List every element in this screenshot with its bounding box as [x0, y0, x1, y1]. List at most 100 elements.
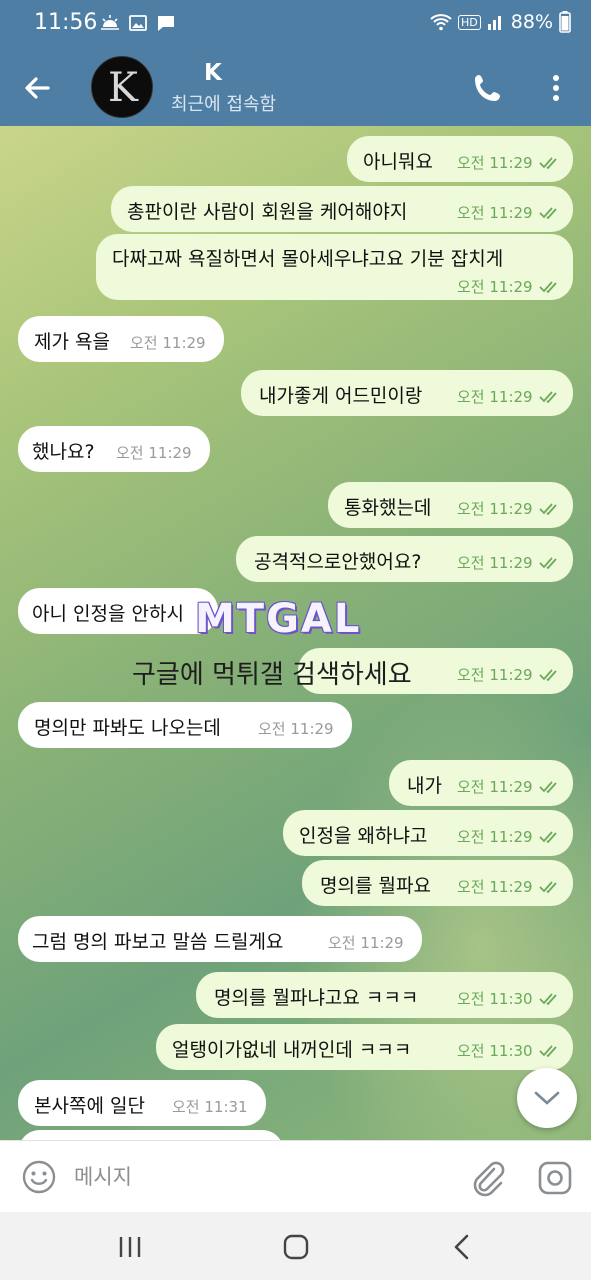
message-text: 인정을 왜하냐고: [299, 825, 428, 847]
back-arrow-icon[interactable]: [18, 68, 58, 108]
status-bar: 11:56 HD 88%: [0, 0, 591, 48]
message-text: 제가 욕을: [34, 331, 110, 353]
message-time-text: 오전 11:29: [457, 554, 533, 572]
message-text: 그럼 명의 파보고 말씀 드릴게요: [32, 931, 284, 953]
message-time: 오전 11:29: [457, 276, 561, 297]
message-time: 오전 11:31: [172, 1098, 248, 1116]
message-bubble-outgoing[interactable]: 다짜고짜 욕질하면서 몰아세우냐고요 기분 잡치게 오전 11:29: [96, 234, 573, 300]
battery-percent: 88%: [510, 11, 553, 33]
camera-icon[interactable]: [536, 1159, 574, 1197]
message-text: 본사쪽에 일단: [34, 1095, 145, 1117]
message-text: 내가좋게 어드민이랑: [259, 385, 423, 407]
message-composer: [0, 1140, 591, 1212]
message-bubble-outgoing[interactable]: 내가 오전 11:29: [389, 760, 573, 806]
contact-status: 최근에 접속함: [171, 94, 277, 115]
read-check-icon: [538, 669, 557, 682]
read-check-icon: [538, 391, 557, 404]
message-time-text: 오전 11:29: [457, 154, 533, 172]
avatar-letter: K: [108, 65, 138, 111]
avatar[interactable]: K: [91, 56, 153, 118]
message-time: 오전 11:29: [457, 552, 561, 573]
message-text: 다짜고짜 욕질하면서 몰아세우냐고요 기분 잡치게: [112, 248, 504, 270]
image-icon: [129, 15, 147, 31]
message-bubble-incoming[interactable]: 명의만 파봐도 나오는데 오전 11:29: [18, 702, 352, 748]
notification-icons: [100, 13, 176, 33]
message-time: 오전 11:29: [457, 776, 561, 797]
message-text: 아니뭐요: [363, 151, 433, 173]
message-bubble-incoming[interactable]: 아니 인정을 안하시: [18, 588, 218, 634]
read-check-icon: [538, 557, 557, 570]
message-time-text: 오전 11:29: [457, 204, 533, 222]
status-right: HD 88%: [430, 11, 571, 33]
battery-icon: [559, 11, 571, 33]
message-time: 오전 11:29: [457, 826, 561, 847]
message-bubble-incoming[interactable]: 했나요? 오전 11:29: [18, 426, 210, 472]
message-text: 명의를 뭘파냐고요 ㅋㅋㅋ: [214, 987, 419, 1009]
message-bubble-outgoing[interactable]: 얼탱이가없네 내꺼인데 ㅋㅋㅋ 오전 11:30: [156, 1024, 573, 1070]
message-time-text: 오전 11:29: [457, 878, 533, 896]
message-text: 총판이란 사람이 회원을 케어해야지: [127, 201, 408, 223]
message-time: 오전 11:30: [457, 988, 561, 1009]
message-time-text: 오전 11:29: [457, 828, 533, 846]
message-time: 오전 11:29: [457, 202, 561, 223]
message-time-text: 오전 11:30: [457, 1042, 533, 1060]
message-time: 오전 11:29: [457, 876, 561, 897]
message-time: 오전 11:29: [457, 664, 561, 685]
message-time: 오전 11:29: [328, 934, 404, 952]
message-time: 오전 11:30: [457, 1040, 561, 1061]
read-check-icon: [538, 281, 557, 294]
message-bubble-outgoing[interactable]: 인정을 왜하냐고 오전 11:29: [283, 810, 573, 856]
message-text: 명의만 파봐도 나오는데: [34, 717, 221, 739]
message-bubble-outgoing[interactable]: 명의를 뭘파요 오전 11:29: [302, 860, 573, 906]
message-bubble-incoming[interactable]: 제가 욕을 오전 11:29: [18, 316, 224, 362]
message-bubble-outgoing[interactable]: 통화했는데 오전 11:29: [328, 482, 573, 528]
message-bubble-incoming[interactable]: 본사쪽에 일단 오전 11:31: [18, 1080, 266, 1126]
back-icon[interactable]: [450, 1233, 474, 1261]
message-bubble-outgoing[interactable]: 아니뭐요 오전 11:29: [347, 136, 573, 182]
read-check-icon: [538, 831, 557, 844]
message-text: 얼탱이가없네 내꺼인데 ㅋㅋㅋ: [172, 1039, 412, 1061]
message-bubble-outgoing[interactable]: 총판이란 사람이 회원을 케어해야지 오전 11:29: [111, 186, 573, 232]
message-time: 오전 11:29: [258, 720, 334, 738]
message-time-text: 오전 11:29: [457, 666, 533, 684]
wifi-icon: [430, 14, 452, 31]
emoji-icon[interactable]: [20, 1158, 58, 1196]
message-text: 했나요?: [32, 441, 95, 463]
watermark-subtitle: 구글에 먹튀갤 검색하세요: [132, 660, 412, 690]
more-vertical-icon[interactable]: [540, 70, 572, 106]
recent-apps-icon[interactable]: [117, 1234, 143, 1260]
read-check-icon: [538, 781, 557, 794]
hd-badge: HD: [458, 14, 481, 30]
message-text: 명의를 뭘파요: [320, 875, 431, 897]
read-check-icon: [538, 1045, 557, 1058]
read-check-icon: [538, 881, 557, 894]
message-text: 내가: [407, 775, 442, 797]
chevron-down-icon: [534, 1091, 560, 1105]
message-bubble-outgoing[interactable]: 명의를 뭘파냐고요 ㅋㅋㅋ 오전 11:30: [196, 972, 573, 1018]
status-time: 11:56: [34, 10, 98, 35]
message-time: 오전 11:29: [457, 386, 561, 407]
message-time-text: 오전 11:29: [457, 778, 533, 796]
message-time: 오전 11:29: [457, 498, 561, 519]
read-check-icon: [538, 207, 557, 220]
message-list[interactable]: 아니뭐요 오전 11:29 총판이란 사람이 회원을 케어해야지 오전 11:2…: [0, 126, 591, 1140]
message-bubble-incoming[interactable]: 그럼 명의 파보고 말씀 드릴게요 오전 11:29: [18, 916, 422, 962]
watermark-logo: MTGAL: [195, 596, 362, 642]
message-time-text: 오전 11:30: [457, 990, 533, 1008]
read-check-icon: [538, 503, 557, 516]
phone-icon[interactable]: [470, 70, 506, 106]
message-bubble-outgoing[interactable]: 공격적으로안했어요? 오전 11:29: [236, 536, 573, 582]
paperclip-icon[interactable]: [468, 1157, 506, 1197]
home-icon[interactable]: [282, 1233, 310, 1261]
scroll-down-button[interactable]: [517, 1068, 577, 1128]
system-navigation-bar: [0, 1212, 591, 1280]
message-time: 오전 11:29: [116, 444, 192, 462]
message-bubble-incoming-partial[interactable]: [18, 1130, 284, 1140]
weather-icon: [101, 15, 119, 30]
contact-name[interactable]: K: [204, 60, 222, 86]
message-input[interactable]: [74, 1159, 454, 1195]
message-bubble-outgoing[interactable]: 내가좋게 어드민이랑 오전 11:29: [241, 370, 573, 416]
read-check-icon: [538, 993, 557, 1006]
message-time: 오전 11:29: [130, 334, 206, 352]
message-time-text: 오전 11:29: [457, 388, 533, 406]
